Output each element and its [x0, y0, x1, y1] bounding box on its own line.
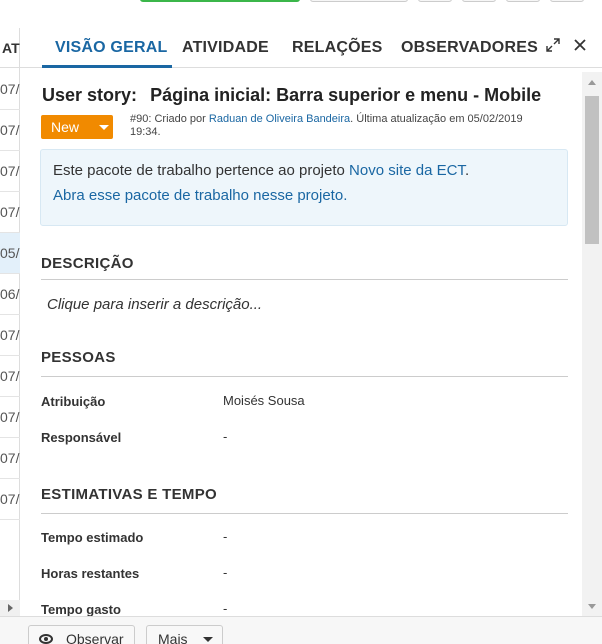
work-package-meta: #90: Criado por Raduan de Oliveira Bande…	[130, 113, 570, 139]
field-label: Responsável	[41, 430, 122, 445]
table-cell[interactable]: 07/	[0, 151, 20, 192]
page-title: User story: Página inicial: Barra superi…	[42, 85, 541, 106]
field-label: Tempo estimado	[41, 530, 144, 545]
section-description-heading: DESCRIÇÃO	[41, 255, 134, 272]
expand-icon[interactable]	[543, 38, 563, 58]
more-label: Mais	[158, 631, 188, 644]
remaining-hours-field[interactable]: -	[223, 565, 227, 580]
toolbar-button[interactable]	[550, 0, 584, 2]
toolbar-button[interactable]	[462, 0, 496, 2]
tab-bar: VISÃO GERAL ATIVIDADE RELAÇÕES OBSERVADO…	[20, 28, 602, 68]
tab-relations[interactable]: RELAÇÕES	[292, 28, 383, 68]
toolbar-button[interactable]	[506, 0, 540, 2]
project-info-box: Este pacote de trabalho pertence ao proj…	[40, 149, 568, 226]
table-cell[interactable]: 07/	[0, 438, 20, 479]
toolbar-button[interactable]	[418, 0, 452, 2]
table-cell[interactable]: 07/	[0, 110, 20, 151]
section-divider	[41, 513, 568, 514]
meta-time: 19:34.	[130, 126, 161, 138]
top-toolbar	[0, 0, 602, 28]
section-people-heading: PESSOAS	[41, 349, 116, 366]
status-label: New	[51, 119, 80, 135]
close-icon[interactable]	[570, 38, 590, 58]
table-cell[interactable]: 06/	[0, 274, 20, 315]
section-divider	[41, 279, 568, 280]
tab-watchers[interactable]: OBSERVADORES	[401, 28, 538, 68]
field-label: Tempo gasto	[41, 602, 121, 616]
work-package-table: AT 07/ 07/ 07/ 07/ 05/ 06/ 07/ 07/ 07/ 0…	[0, 28, 20, 616]
work-package-type: User story:	[42, 85, 138, 105]
table-cell[interactable]: 07/	[0, 397, 20, 438]
tab-activity[interactable]: ATIVIDADE	[182, 28, 269, 68]
status-button[interactable]: New	[41, 115, 113, 139]
info-text: Este pacote de trabalho pertence ao proj…	[53, 162, 350, 179]
author-link[interactable]: Raduan de Oliveira Bandeira	[209, 113, 350, 125]
create-button[interactable]	[140, 0, 300, 2]
watch-label: Observar	[66, 631, 124, 644]
chevron-down-icon	[99, 125, 109, 130]
more-button[interactable]: Mais	[146, 625, 223, 644]
toolbar-button[interactable]	[310, 0, 408, 2]
scroll-down-icon[interactable]	[588, 604, 596, 609]
open-in-project-link[interactable]: Abra esse pacote de trabalho nesse proje…	[53, 187, 347, 204]
meta-updated: . Última atualização em 05/02/2019	[350, 113, 523, 125]
details-footer: Observar Mais	[0, 616, 602, 644]
description-field[interactable]: Clique para inserir a descrição...	[47, 296, 262, 313]
scroll-up-icon[interactable]	[588, 80, 596, 85]
table-cell[interactable]: 07/	[0, 315, 20, 356]
chevron-down-icon	[203, 637, 213, 642]
details-panel: VISÃO GERAL ATIVIDADE RELAÇÕES OBSERVADO…	[20, 28, 602, 616]
field-label: Horas restantes	[41, 566, 140, 581]
active-tab-indicator	[42, 65, 172, 68]
scrollbar-thumb[interactable]	[585, 96, 599, 244]
section-divider	[41, 376, 568, 377]
meta-prefix: #90: Criado por	[130, 113, 209, 125]
scroll-right-icon[interactable]	[8, 604, 13, 612]
table-cell[interactable]: 07/	[0, 69, 20, 110]
table-cell[interactable]: 07/	[0, 356, 20, 397]
project-info-text: Este pacote de trabalho pertence ao proj…	[53, 162, 469, 179]
table-cell-selected[interactable]: 05/	[0, 233, 20, 274]
field-label: Atribuição	[41, 394, 106, 409]
estimated-time-field[interactable]: -	[223, 529, 227, 544]
watch-button[interactable]: Observar	[28, 625, 135, 644]
info-period: .	[464, 162, 470, 179]
assignee-field[interactable]: Moisés Sousa	[223, 393, 305, 408]
vertical-scrollbar[interactable]	[582, 72, 602, 616]
table-cell[interactable]: 07/	[0, 192, 20, 233]
tab-overview[interactable]: VISÃO GERAL	[55, 28, 167, 68]
responsible-field[interactable]: -	[223, 429, 227, 444]
spent-time-field[interactable]: -	[223, 601, 227, 616]
project-link[interactable]: Novo site da ECT	[349, 162, 465, 179]
table-column-header[interactable]: AT	[0, 28, 20, 68]
work-package-subject[interactable]: Página inicial: Barra superior e menu - …	[150, 85, 541, 105]
table-cell[interactable]: 07/	[0, 479, 20, 520]
work-package-split-view: AT 07/ 07/ 07/ 07/ 05/ 06/ 07/ 07/ 07/ 0…	[0, 0, 602, 644]
overview-content: User story: Página inicial: Barra superi…	[20, 69, 584, 616]
horizontal-scrollbar[interactable]	[0, 600, 20, 616]
section-estimates-heading: ESTIMATIVAS E TEMPO	[41, 486, 217, 503]
eye-icon	[39, 634, 53, 644]
